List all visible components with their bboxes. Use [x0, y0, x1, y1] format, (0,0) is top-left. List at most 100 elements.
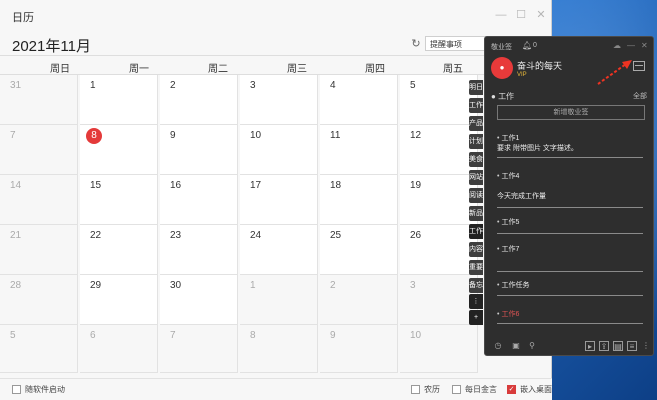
day-cell[interactable]: 2 — [160, 75, 238, 125]
day-cell[interactable]: 10 — [400, 325, 478, 373]
day-cell[interactable]: 22 — [80, 225, 158, 275]
day-cell[interactable]: 6 — [80, 325, 158, 373]
minimize-icon[interactable]: — — [627, 41, 635, 50]
day-cell[interactable]: 19 — [400, 175, 478, 225]
weekday-label: 周一 — [129, 64, 149, 75]
day-cell[interactable]: 23 — [160, 225, 238, 275]
side-tab[interactable]: 产品 — [469, 116, 483, 131]
day-cell[interactable]: 1 — [240, 275, 318, 325]
day-cell[interactable]: 1 — [80, 75, 158, 125]
add-tab-icon[interactable]: + — [469, 310, 483, 325]
all-filter[interactable]: 全部 — [633, 91, 647, 101]
app-name: 敬业签 — [491, 44, 512, 51]
side-tab[interactable]: 计划 — [469, 134, 483, 149]
avatar[interactable]: ● — [491, 57, 513, 79]
close-icon[interactable]: ✕ — [641, 41, 648, 50]
new-note-button[interactable]: 新增敬业签 — [497, 105, 645, 120]
day-cell[interactable]: 5 — [400, 75, 478, 125]
vip-badge: VIP — [517, 72, 527, 78]
more-icon[interactable]: ⋮ — [641, 341, 651, 351]
note-icon[interactable]: ≡ — [627, 341, 637, 351]
side-tab-active[interactable]: 工作 — [469, 224, 483, 239]
more-tabs-icon[interactable]: ⋮ — [469, 294, 483, 309]
day-cell[interactable]: 12 — [400, 125, 478, 175]
embed-label: 嵌入桌面 — [520, 385, 552, 394]
month-title: 2021年11月 — [12, 38, 91, 55]
category-label[interactable]: 工作 — [498, 92, 514, 101]
daily-checkbox[interactable] — [452, 385, 461, 394]
month-grid: 31 1 2 3 4 5 7 8 9 10 11 12 14 15 16 17 … — [0, 75, 480, 375]
startup-checkbox[interactable] — [12, 385, 21, 394]
week-header: 周日 周一 周二 周三 周四 周五 — [0, 55, 540, 75]
note-item-title[interactable]: • 工作5 — [497, 217, 643, 227]
day-cell-today[interactable]: 8 — [80, 125, 158, 175]
bell-count: 0 — [533, 42, 537, 49]
side-tab[interactable]: 明日 — [469, 80, 483, 95]
calendar-bottom-bar: 随软件启动 农历 每日金言 ✓ 嵌入桌面 — [0, 378, 552, 400]
divider — [497, 271, 643, 272]
side-tab[interactable]: 美食 — [469, 152, 483, 167]
day-cell[interactable]: 16 — [160, 175, 238, 225]
side-tab[interactable]: 备忘 — [469, 278, 483, 293]
clock-icon[interactable]: ◷ — [493, 341, 503, 351]
refresh-icon[interactable]: ↻ — [410, 38, 422, 50]
day-cell[interactable]: 3 — [240, 75, 318, 125]
image-icon[interactable]: ▤ — [613, 341, 623, 351]
weekday-label: 周日 — [50, 64, 70, 75]
minimize-icon[interactable]: — — [494, 8, 508, 22]
weekday-label: 周二 — [208, 64, 228, 75]
day-cell[interactable]: 14 — [0, 175, 78, 225]
day-cell[interactable]: 31 — [0, 75, 78, 125]
maximize-icon[interactable]: ☐ — [514, 8, 528, 22]
day-cell[interactable]: 2 — [320, 275, 398, 325]
day-cell[interactable]: 10 — [240, 125, 318, 175]
side-tab[interactable]: 新品 — [469, 206, 483, 221]
divider — [497, 207, 643, 208]
day-cell[interactable]: 18 — [320, 175, 398, 225]
note-item-title[interactable]: • 工作6 — [497, 309, 643, 319]
day-cell[interactable]: 8 — [240, 325, 318, 373]
day-cell[interactable]: 11 — [320, 125, 398, 175]
calendar-icon[interactable]: ▣ — [511, 341, 521, 351]
day-cell[interactable]: 24 — [240, 225, 318, 275]
note-footer: ◷ ▣ ⚲ ▸ ⇪ ▤ ≡ ⋮ — [485, 337, 655, 355]
note-item-title[interactable]: • 工作4 — [497, 171, 643, 181]
note-item-desc: 要求 附带图片 文字描述。 — [497, 145, 578, 152]
day-cell[interactable]: 3 — [400, 275, 478, 325]
embed-checkbox[interactable]: ✓ — [507, 385, 516, 394]
bell-icon[interactable]: 🔔︎ — [522, 41, 532, 50]
day-cell[interactable]: 21 — [0, 225, 78, 275]
side-tab[interactable]: 阅读 — [469, 188, 483, 203]
side-tab[interactable]: 网站 — [469, 170, 483, 185]
day-cell[interactable]: 17 — [240, 175, 318, 225]
side-tab[interactable]: 工作 — [469, 98, 483, 113]
day-cell[interactable]: 4 — [320, 75, 398, 125]
note-item-title[interactable]: • 工作任务 — [497, 280, 643, 290]
window-title: 日历 — [12, 12, 34, 24]
day-cell[interactable]: 28 — [0, 275, 78, 325]
day-cell[interactable]: 29 — [80, 275, 158, 325]
day-cell[interactable]: 7 — [160, 325, 238, 373]
day-cell[interactable]: 9 — [320, 325, 398, 373]
day-cell[interactable]: 15 — [80, 175, 158, 225]
day-cell[interactable]: 30 — [160, 275, 238, 325]
divider — [497, 323, 643, 324]
note-item-desc: 今天完成工作量 — [497, 193, 546, 200]
day-cell[interactable]: 9 — [160, 125, 238, 175]
search-icon[interactable]: ⚲ — [527, 341, 537, 351]
side-tab[interactable]: 重要 — [469, 260, 483, 275]
play-icon[interactable]: ▸ — [585, 341, 595, 351]
category-row: ● 工作 全部 — [491, 91, 649, 101]
day-cell[interactable]: 25 — [320, 225, 398, 275]
day-cell[interactable]: 7 — [0, 125, 78, 175]
note-item-title[interactable]: • 工作7 — [497, 244, 643, 254]
cloud-icon[interactable]: ☁ — [613, 41, 621, 50]
lunar-checkbox[interactable] — [411, 385, 420, 394]
share-icon[interactable]: ⇪ — [599, 341, 609, 351]
close-icon[interactable]: ✕ — [534, 8, 548, 22]
day-cell[interactable]: 5 — [0, 325, 78, 373]
note-item-title[interactable]: • 工作1 — [497, 133, 643, 143]
side-tab[interactable]: 内容 — [469, 242, 483, 257]
day-cell[interactable]: 26 — [400, 225, 478, 275]
remind-select[interactable]: 提醒事项 — [425, 36, 487, 51]
